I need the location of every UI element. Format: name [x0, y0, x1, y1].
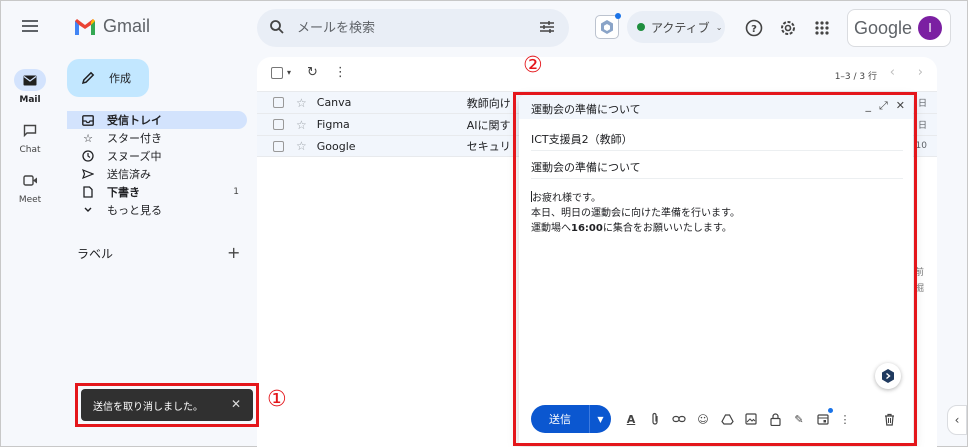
nav-item-snoozed[interactable]: スヌーズ中 — [67, 147, 247, 165]
gmail-m-icon — [75, 18, 95, 35]
star-icon: ☆ — [83, 131, 93, 145]
row-checkbox[interactable] — [273, 119, 284, 130]
chevron-down-icon — [81, 206, 95, 214]
row-date: 日 — [917, 121, 927, 131]
hexagon-icon — [601, 20, 613, 34]
draft-icon — [81, 186, 95, 198]
annotation-marker-2: ② — [523, 53, 543, 78]
compose-button[interactable]: 作成 — [67, 59, 149, 97]
clock-icon — [81, 150, 95, 162]
row-sender: Figma — [316, 118, 350, 131]
chevron-down-icon: ⌄ — [715, 22, 723, 32]
nav-label-sent: 送信済み — [107, 168, 151, 181]
select-dropdown-icon[interactable]: ▾ — [287, 68, 291, 77]
annotation-box-1 — [75, 383, 259, 427]
row-checkbox[interactable] — [273, 140, 284, 152]
rail-label-chat: Chat — [19, 145, 41, 155]
compose-label: 作成 — [109, 72, 131, 85]
star-icon[interactable]: ☆ — [296, 139, 307, 153]
mail-icon — [14, 69, 46, 91]
labels-heading: ラベル — [77, 247, 114, 261]
pagination-text: 1–3 / 3 行 — [834, 72, 877, 82]
star-icon[interactable]: ☆ — [296, 96, 307, 110]
select-all-checkbox[interactable] — [271, 66, 283, 79]
nav-item-more[interactable]: もっと見る — [67, 201, 247, 219]
extension-icon[interactable] — [595, 13, 621, 39]
status-selector[interactable]: アクティブ ⌄ — [627, 11, 725, 43]
row-subject: AIに関す — [466, 118, 511, 132]
search-bar — [257, 9, 569, 47]
account-button[interactable]: Google I — [847, 9, 951, 47]
nav-item-inbox[interactable]: 受信トレイ — [67, 111, 247, 129]
row-subject: 教師向け — [466, 96, 511, 110]
svg-text:?: ? — [751, 24, 757, 35]
avatar: I — [918, 16, 943, 40]
nav-item-sent[interactable]: 送信済み — [67, 165, 247, 183]
chat-icon — [14, 119, 46, 141]
search-options-icon[interactable] — [539, 20, 555, 34]
help-icon[interactable]: ? — [743, 17, 765, 39]
row-date: 10 — [915, 141, 927, 151]
rail-mail[interactable]: Mail — [9, 69, 51, 105]
row-subject: セキュリ — [466, 140, 511, 153]
status-label: アクティブ — [651, 20, 710, 35]
app-name: Gmail — [103, 16, 151, 36]
drafts-count: 1 — [233, 187, 239, 197]
video-icon — [14, 169, 46, 191]
row-date: 日 — [917, 99, 927, 109]
row-sender: Google — [316, 139, 356, 153]
rail-label-mail: Mail — [19, 95, 41, 105]
top-bar: Gmail アクティブ — [1, 1, 968, 57]
rail-meet[interactable]: Meet — [9, 169, 51, 205]
nav-label-inbox: 受信トレイ — [107, 114, 162, 127]
nav-item-starred[interactable]: ☆ スター付き — [67, 129, 247, 147]
apps-grid-icon[interactable] — [811, 17, 833, 39]
annotation-box-2 — [513, 92, 917, 446]
send-icon — [81, 169, 95, 179]
list-toolbar: ▾ ↻ ⋮ — [271, 65, 347, 80]
next-page-icon[interactable]: › — [918, 65, 923, 80]
pencil-icon — [81, 71, 95, 85]
more-options-icon[interactable]: ⋮ — [334, 65, 347, 80]
search-input[interactable] — [297, 18, 527, 38]
main-menu-icon[interactable] — [19, 17, 41, 39]
google-logo-text: Google — [854, 17, 913, 38]
rail-chat[interactable]: Chat — [9, 119, 51, 155]
prev-page-icon[interactable]: ‹ — [890, 65, 895, 80]
active-status-dot — [637, 23, 645, 31]
nav-label-starred: スター付き — [107, 132, 162, 145]
row-checkbox[interactable] — [273, 97, 284, 108]
row-sender: Canva — [316, 96, 352, 109]
gmail-window: Gmail アクティブ — [0, 0, 968, 447]
annotation-marker-1: ① — [267, 387, 287, 412]
settings-gear-icon[interactable] — [777, 17, 799, 39]
star-icon[interactable]: ☆ — [296, 118, 307, 132]
side-panel-toggle[interactable]: ‹ — [947, 405, 967, 435]
notification-dot — [615, 13, 621, 19]
nav-label-drafts: 下書き — [107, 186, 140, 199]
rail-label-meet: Meet — [18, 195, 42, 205]
search-icon[interactable] — [269, 19, 285, 35]
refresh-icon[interactable]: ↻ — [307, 65, 318, 80]
gmail-logo[interactable]: Gmail — [73, 16, 150, 37]
inbox-icon — [81, 114, 95, 126]
nav-label-more: もっと見る — [107, 204, 162, 217]
nav-item-drafts[interactable]: 下書き 1 — [67, 183, 247, 201]
nav-label-snoozed: スヌーズ中 — [107, 150, 162, 163]
add-label-button[interactable]: + — [227, 243, 240, 262]
